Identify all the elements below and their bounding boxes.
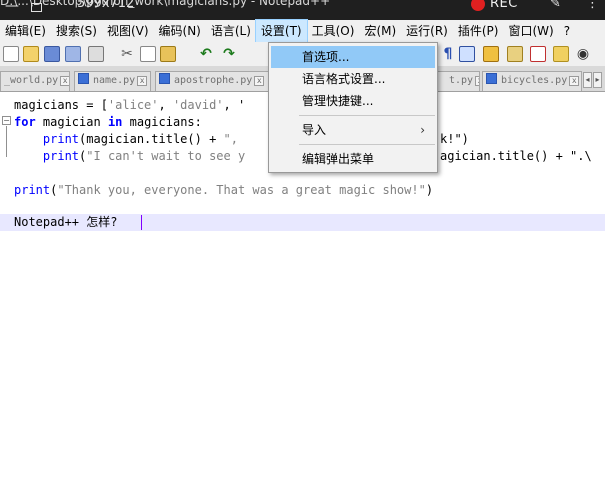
record-macro-icon[interactable] (553, 46, 569, 62)
file-icon (159, 73, 170, 84)
menu-run[interactable]: 运行(R) (401, 20, 453, 42)
tab-name[interactable]: name.py x (74, 71, 151, 91)
fold-toggle-icon[interactable]: − (2, 116, 11, 125)
menu-item-edit-popup-menu[interactable]: 编辑弹出菜单 (271, 148, 435, 170)
tab-hello-world[interactable]: _world.py x (0, 71, 70, 91)
code-line-4-tail: agician.title() + ".\ (440, 149, 592, 163)
menu-encoding[interactable]: 编码(N) (154, 20, 206, 42)
redo-icon[interactable]: ↷ (221, 45, 237, 63)
settings-dropdown-menu: 首选项... 语言格式设置... 管理快捷键... 导入 › 编辑弹出菜单 (268, 42, 438, 173)
tab-label: _world.py (4, 75, 59, 86)
menu-help[interactable]: ? (559, 20, 575, 42)
code-line-8: Notepad++ 怎样? (14, 215, 118, 229)
tab-bicycles[interactable]: bicycles.py x (482, 71, 582, 91)
menu-bar: 编辑(E) 搜索(S) 视图(V) 编码(N) 语言(L) 设置(T) 工具(O… (0, 19, 605, 43)
doc-map-icon[interactable] (483, 46, 499, 62)
tab-close-icon[interactable]: x (60, 76, 69, 86)
tab-close-icon[interactable]: x (254, 76, 265, 86)
menu-item-style-configurator[interactable]: 语言格式设置... (271, 68, 435, 90)
submenu-arrow-icon: › (420, 123, 425, 137)
menu-macro[interactable]: 宏(M) (359, 20, 401, 42)
capture-size: 599x712 (77, 0, 135, 11)
menu-edit[interactable]: 编辑(E) (0, 20, 51, 42)
menu-item-preferences[interactable]: 首选项... (271, 46, 435, 68)
open-icon[interactable] (23, 46, 39, 62)
tab-close-icon[interactable]: x (569, 76, 580, 86)
text-caret (141, 215, 142, 230)
menu-item-shortcut-mapper[interactable]: 管理快捷键... (271, 90, 435, 112)
tab-scroll-right-icon[interactable]: ▸ (593, 72, 602, 88)
code-line-6: print("Thank you, everyone. That was a g… (14, 183, 434, 197)
code-line-4: print("I can't wait to see y (42, 149, 246, 163)
menu-settings[interactable]: 设置(T) (254, 19, 308, 43)
paste-icon[interactable] (160, 46, 176, 62)
menu-separator (299, 115, 435, 116)
code-line-1: magicians = ['alice', 'david', ' (14, 98, 246, 112)
menu-language[interactable]: 语言(L) (206, 20, 256, 42)
fold-line (6, 126, 7, 157)
new-file-icon[interactable] (3, 46, 19, 62)
tab-scroll-left-icon[interactable]: ◂ (583, 72, 592, 88)
folder-icon[interactable] (530, 46, 546, 62)
menu-tools[interactable]: 工具(O) (307, 20, 360, 42)
menu-search[interactable]: 搜索(S) (51, 20, 102, 42)
record-icon[interactable] (471, 0, 485, 11)
menu-separator (299, 144, 435, 145)
menu-view[interactable]: 视图(V) (102, 20, 154, 42)
indent-guide-icon[interactable] (459, 46, 475, 62)
word-wrap-icon[interactable]: ¶ (440, 45, 456, 63)
cut-icon[interactable]: ✂ (119, 45, 135, 63)
maximize-icon[interactable] (28, 0, 44, 17)
file-icon (78, 73, 89, 84)
window-title-bar: D:\...\Desktop\python_work\magicians.py … (0, 0, 605, 20)
more-icon[interactable]: ⋮ (586, 0, 599, 11)
code-line-2: for magician in magicians: (14, 115, 202, 129)
rec-label: REC (490, 0, 518, 11)
save-icon[interactable] (44, 46, 60, 62)
menu-window[interactable]: 窗口(W) (503, 20, 558, 42)
menu-plugins[interactable]: 插件(P) (453, 20, 504, 42)
menu-item-import[interactable]: 导入 › (271, 119, 435, 141)
tab-label: bicycles.py (501, 75, 568, 86)
print-icon[interactable] (88, 46, 104, 62)
tab-apostrophe[interactable]: apostrophe.py x (155, 71, 269, 91)
undo-icon[interactable]: ↶ (198, 45, 214, 63)
code-line-3-tail: k!") (440, 132, 469, 146)
save-all-icon[interactable] (65, 46, 81, 62)
tab-scroll-arrows: ◂ ▸ (583, 72, 603, 88)
pen-icon[interactable]: ✎ (550, 0, 561, 11)
code-line-3: print(magician.title() + ", (42, 132, 238, 146)
function-list-icon[interactable] (507, 46, 523, 62)
tab-label: t.py (449, 75, 474, 86)
tab-label: apostrophe.py (174, 75, 253, 86)
minimize-icon[interactable]: — (4, 0, 20, 16)
tab-label: name.py (93, 75, 136, 86)
monitor-icon[interactable]: ◉ (575, 45, 591, 63)
copy-icon[interactable] (140, 46, 156, 62)
tab-close-icon[interactable]: x (475, 76, 479, 86)
tab-close-icon[interactable]: x (137, 76, 148, 86)
file-icon (486, 73, 497, 84)
window-path-text: D:\...\Desktop\python_work\magicians.py … (0, 0, 331, 8)
